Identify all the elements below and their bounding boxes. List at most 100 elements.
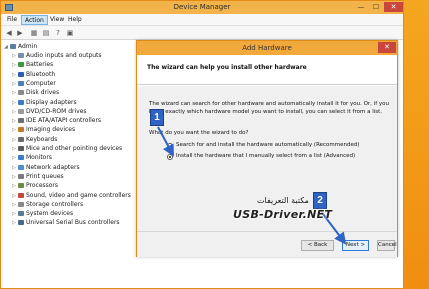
tree-item-label: Processors xyxy=(26,182,59,190)
back-button[interactable]: < Back xyxy=(301,240,334,251)
tree-item[interactable]: ▷ Print queues xyxy=(12,172,64,181)
device-category-icon xyxy=(18,127,24,133)
toolbar: ◀ ▶ ▦ ▤ ? ▣ xyxy=(1,26,403,40)
tree-item[interactable]: ▷ Keyboards xyxy=(12,135,57,144)
scan-hardware-icon[interactable]: ▣ xyxy=(65,28,75,38)
device-category-icon xyxy=(18,201,24,207)
tree-item-label: IDE ATA/ATAPI controllers xyxy=(26,117,102,125)
dialog-intro-text: The wizard can search for other hardware… xyxy=(149,101,389,115)
tree-item[interactable]: ▷ Audio inputs and outputs xyxy=(12,51,102,60)
add-hardware-dialog: Add Hardware ✕ The wizard can help you i… xyxy=(136,40,398,257)
tree-item[interactable]: ▷ Computer xyxy=(12,79,56,88)
device-category-icon xyxy=(18,99,24,105)
tree-item-label: System devices xyxy=(26,210,74,218)
tree-root-label: Admin xyxy=(18,43,38,50)
properties-icon[interactable]: ▦ xyxy=(29,28,39,38)
tree-item-label: Keyboards xyxy=(26,135,58,143)
dialog-header: The wizard can help you install other ha… xyxy=(137,55,397,85)
next-button[interactable]: Next > xyxy=(342,240,369,251)
tree-item-label: Network adapters xyxy=(26,163,80,171)
dialog-title: Add Hardware xyxy=(242,44,292,52)
tree-item-label: Batteries xyxy=(26,61,54,69)
device-category-icon xyxy=(18,164,24,170)
help-icon[interactable]: ? xyxy=(53,28,63,38)
tree-item-label: Monitors xyxy=(26,154,52,162)
tree-item-label: DVD/CD-ROM drives xyxy=(26,107,87,115)
device-category-icon xyxy=(18,118,24,124)
watermark-arabic: مكتبة التعريفات xyxy=(257,196,309,205)
tree-item[interactable]: ▷ Sound, video and game controllers xyxy=(12,191,131,200)
tree-item-label: Computer xyxy=(26,79,56,87)
cancel-button[interactable]: Cancel xyxy=(377,240,397,251)
dialog-question: What do you want the wizard to do? xyxy=(149,130,249,136)
back-arrow-icon[interactable]: ◀ xyxy=(4,28,14,38)
option-label: Search for and install the hardware auto… xyxy=(176,142,360,148)
watermark-site: USB-Driver.NET xyxy=(233,208,333,221)
tree-item-label: Storage controllers xyxy=(26,200,84,208)
tree-item-label: Imaging devices xyxy=(26,126,76,134)
device-category-icon xyxy=(18,211,24,217)
tree-item-label: Sound, video and game controllers xyxy=(26,191,131,199)
tree-item-label: Audio inputs and outputs xyxy=(26,52,102,59)
radio-button-selected[interactable] xyxy=(167,153,173,160)
device-category-icon xyxy=(18,136,24,142)
option-label: Install the hardware that I manually sel… xyxy=(176,153,356,159)
tree-item-label: Bluetooth xyxy=(26,70,56,78)
tree-item-label: Display adapters xyxy=(26,98,77,106)
title-bar: Device Manager — ☐ ✕ xyxy=(1,1,403,14)
tree-item[interactable]: ▷ Disk drives xyxy=(12,88,59,97)
tree-item-label: Mice and other pointing devices xyxy=(26,145,123,152)
menu-bar: File Action View Help xyxy=(1,14,403,26)
list-view-icon[interactable]: ▤ xyxy=(41,28,51,38)
tree-item[interactable]: ▷ Monitors xyxy=(12,153,52,162)
tree-item-label: Universal Serial Bus controllers xyxy=(26,219,120,227)
tree-item[interactable]: ▷ Processors xyxy=(12,181,58,190)
dialog-footer: < Back Next > Cancel xyxy=(137,231,397,257)
dialog-close-button[interactable]: ✕ xyxy=(378,42,396,53)
device-category-icon xyxy=(18,62,24,68)
tree-item[interactable]: ▷ Universal Serial Bus controllers xyxy=(12,218,120,227)
tree-item[interactable]: ▷ System devices xyxy=(12,209,73,218)
tree-item-label: Print queues xyxy=(26,172,64,180)
step-1-badge: 1 xyxy=(150,109,164,126)
tree-item[interactable]: ▷ Mice and other pointing devices xyxy=(12,144,122,153)
radio-button[interactable] xyxy=(167,142,173,149)
tree-item[interactable]: ▷ Batteries xyxy=(12,60,53,69)
tree-item[interactable]: ▷ Bluetooth xyxy=(12,70,55,79)
forward-arrow-icon[interactable]: ▶ xyxy=(15,28,25,38)
computer-icon xyxy=(10,44,16,49)
minimize-button[interactable]: — xyxy=(354,2,368,12)
device-category-icon xyxy=(18,155,24,161)
device-category-icon xyxy=(18,53,24,58)
tree-item[interactable]: ▷ Imaging devices xyxy=(12,125,75,134)
tree-item[interactable]: ▷ Display adapters xyxy=(12,98,77,107)
step-2-badge: 2 xyxy=(313,192,327,209)
device-category-icon xyxy=(18,146,24,151)
window-title: Device Manager xyxy=(173,3,231,11)
dialog-title-bar: Add Hardware ✕ xyxy=(137,41,397,55)
menu-action[interactable]: Action xyxy=(21,15,48,25)
desktop-background xyxy=(404,0,429,289)
option-search-automatic[interactable]: Search for and install the hardware auto… xyxy=(167,141,360,150)
tree-item[interactable]: ▷ IDE ATA/ATAPI controllers xyxy=(12,116,101,125)
device-category-icon xyxy=(18,220,24,226)
tree-root[interactable]: ◢ Admin xyxy=(4,42,37,51)
device-tree: ◢ Admin ▷ Audio inputs and outputs ▷ Batteri… xyxy=(1,41,137,289)
tree-item[interactable]: ▷ DVD/CD-ROM drives xyxy=(12,107,87,116)
tree-item-label: Disk drives xyxy=(26,89,60,97)
menu-help[interactable]: Help xyxy=(65,15,85,25)
tree-item[interactable]: ▷ Storage controllers xyxy=(12,200,83,209)
option-manual-select[interactable]: Install the hardware that I manually sel… xyxy=(167,152,355,161)
close-button[interactable]: ✕ xyxy=(384,2,403,12)
dialog-heading: The wizard can help you install other ha… xyxy=(147,64,307,71)
device-category-icon xyxy=(18,71,24,77)
device-category-icon xyxy=(18,90,24,96)
device-category-icon xyxy=(18,108,24,114)
maximize-button[interactable]: ☐ xyxy=(369,2,383,12)
device-category-icon xyxy=(18,80,24,86)
device-category-icon xyxy=(18,183,24,189)
device-category-icon xyxy=(18,173,24,179)
device-category-icon xyxy=(18,192,24,198)
menu-file[interactable]: File xyxy=(4,15,20,25)
tree-item[interactable]: ▷ Network adapters xyxy=(12,163,80,172)
